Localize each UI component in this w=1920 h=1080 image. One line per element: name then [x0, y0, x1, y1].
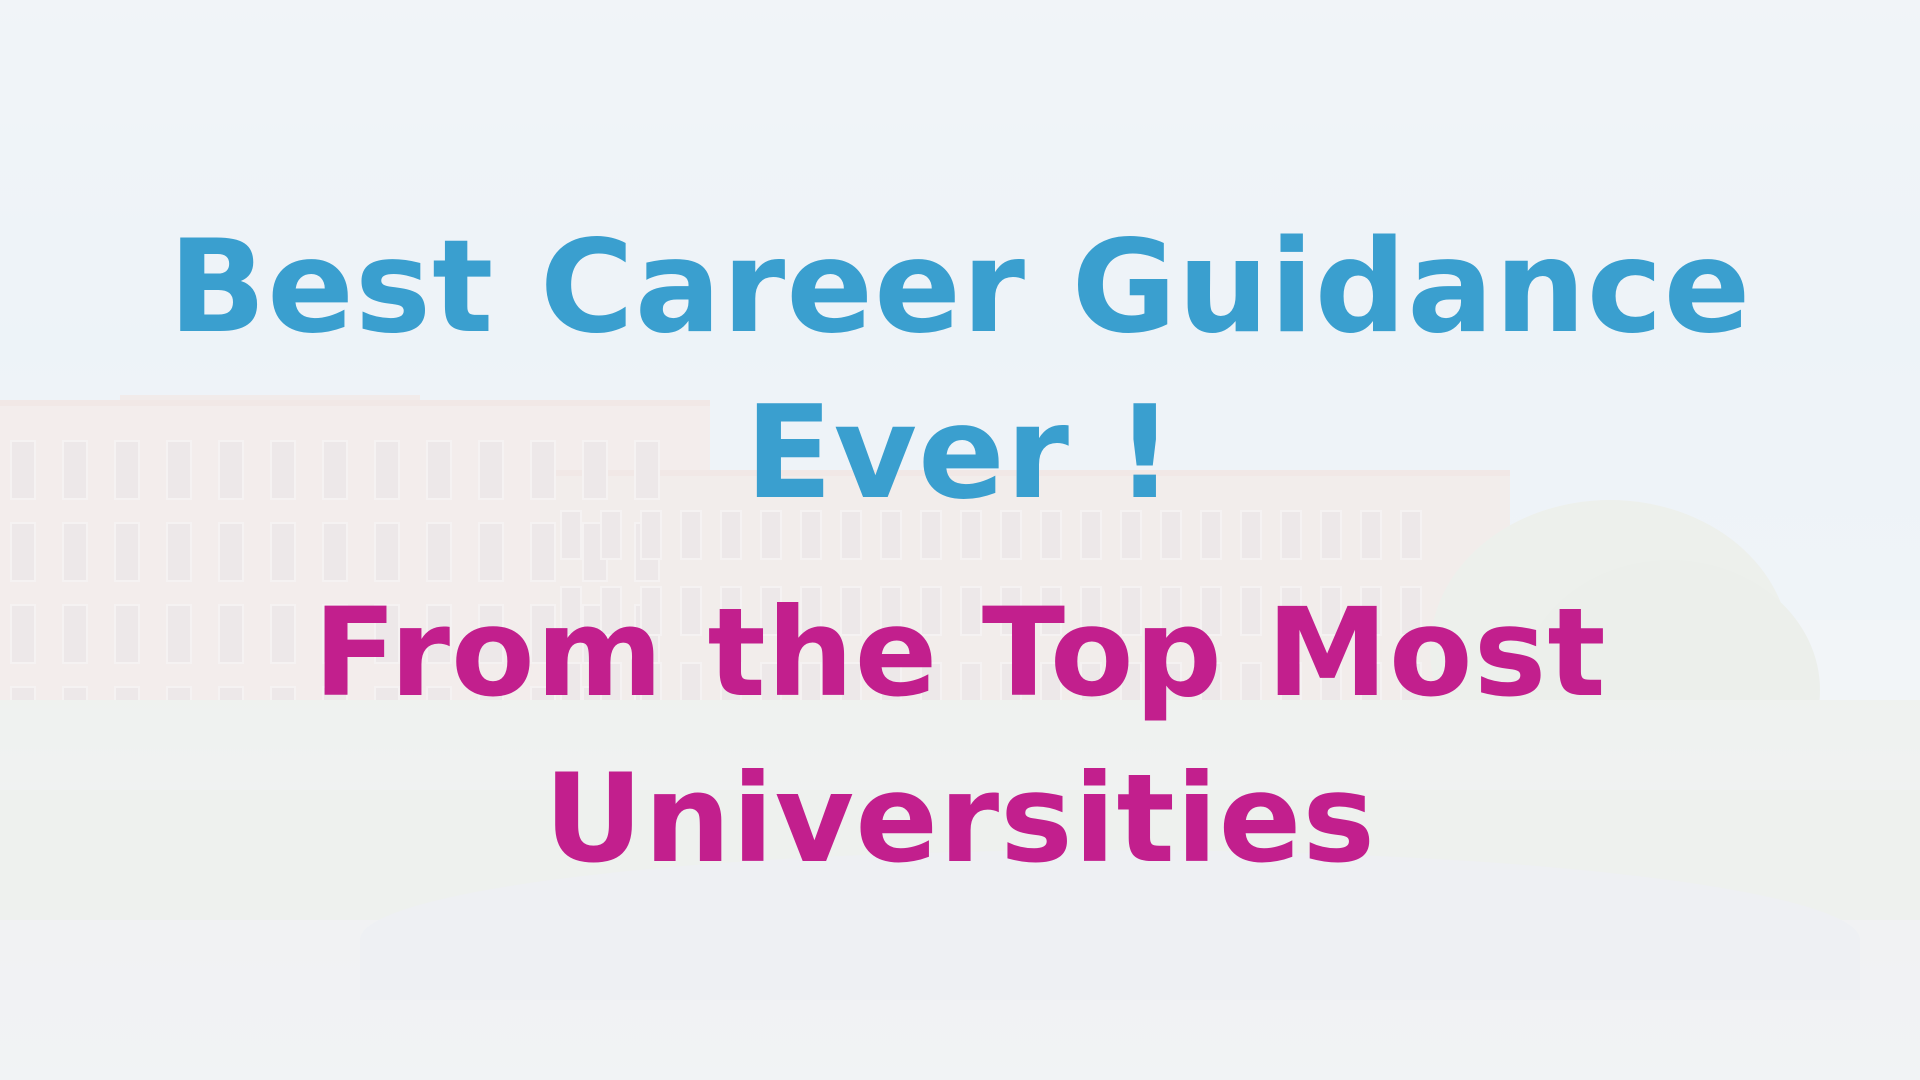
- background-white-overlay: [0, 0, 1920, 1080]
- headline: Best Career Guidance Ever !: [0, 205, 1920, 537]
- subheadline-line-1: From the Top Most: [313, 582, 1607, 724]
- subheadline-line-2: Universities: [543, 748, 1377, 890]
- headline-line-2: Ever !: [745, 379, 1175, 528]
- background-campus-image: [0, 0, 1920, 1080]
- subheadline: From the Top Most Universities: [0, 570, 1920, 902]
- headline-line-1: Best Career Guidance: [168, 213, 1752, 362]
